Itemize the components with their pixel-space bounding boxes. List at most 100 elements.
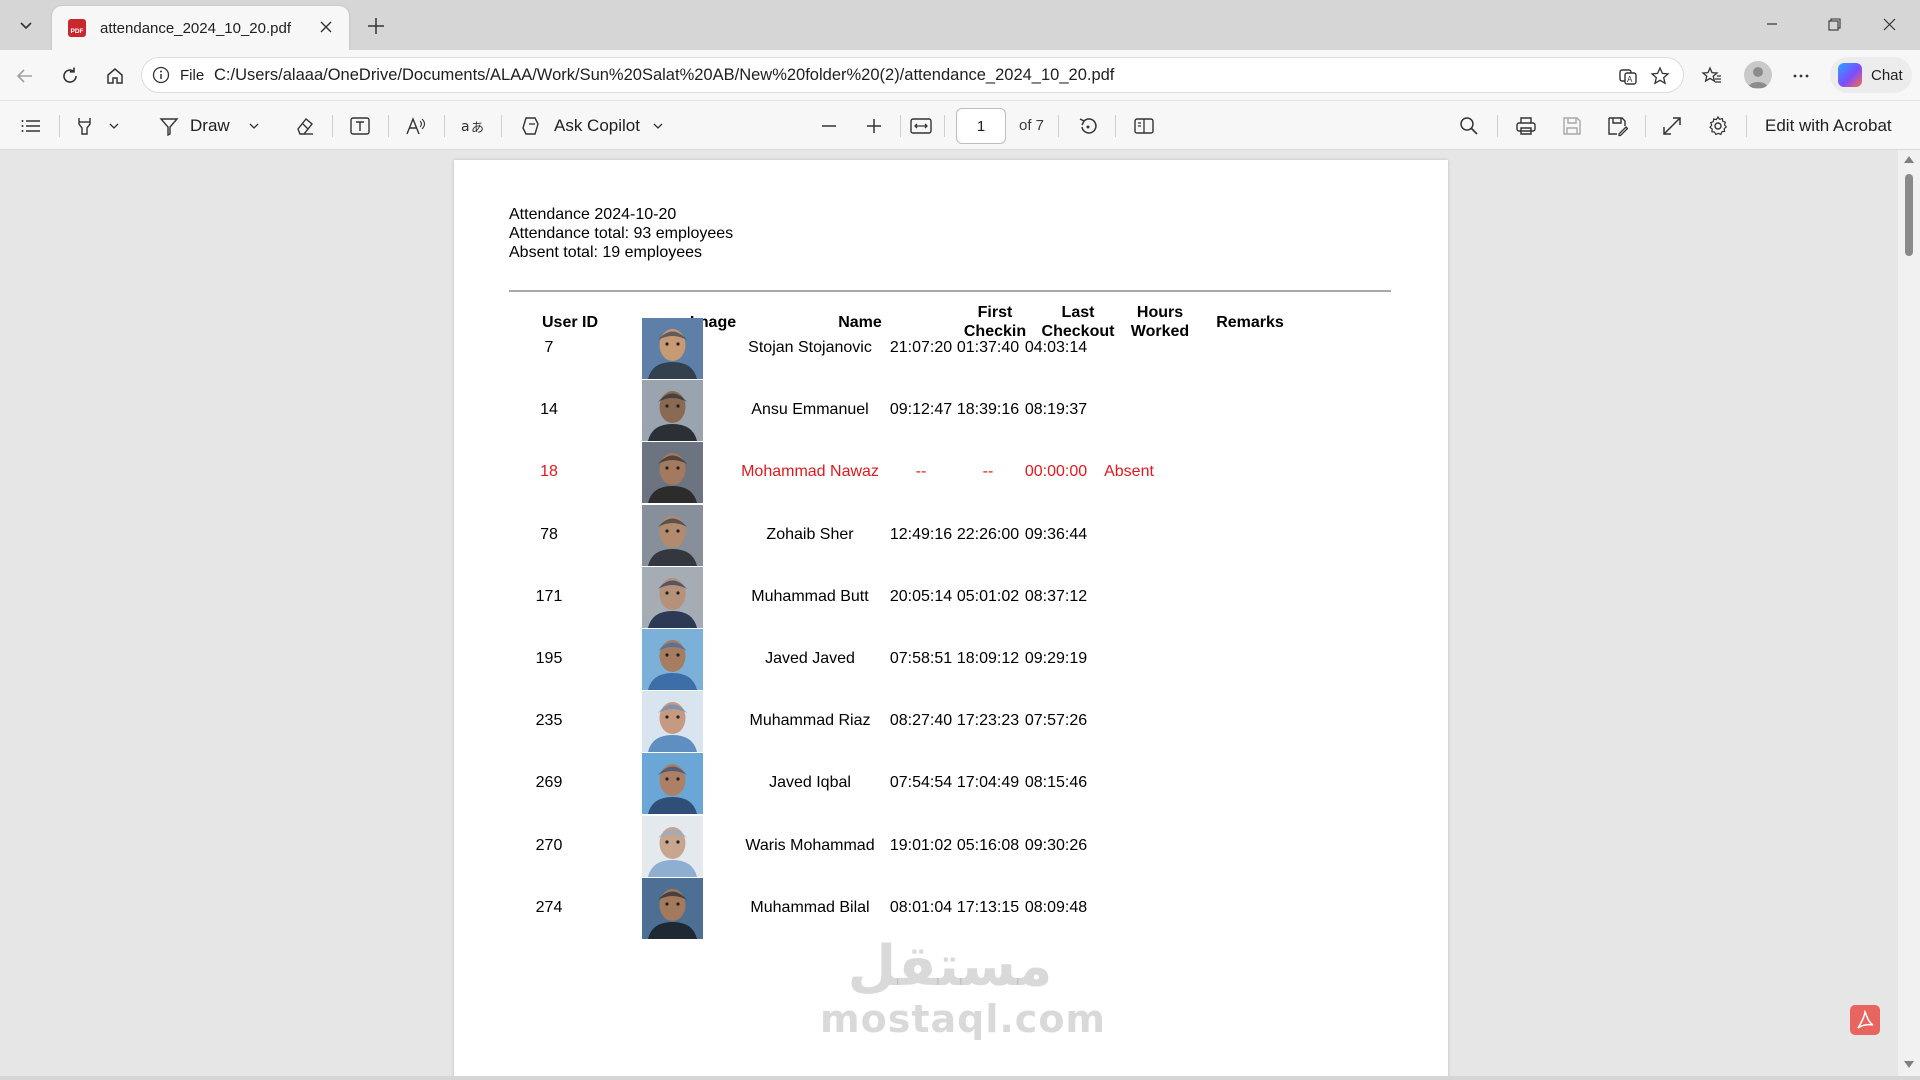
add-text-button[interactable] [349,112,371,140]
page-view-button[interactable] [1133,112,1155,140]
attendance-total: Attendance total: 93 employees [509,225,734,242]
restore-button[interactable] [1811,8,1857,40]
minimize-button[interactable] [1749,8,1795,40]
chevron-down-icon [653,123,663,129]
eraser-icon [297,118,313,135]
ask-copilot-button[interactable]: Ask Copilot [520,112,664,140]
save-as-button[interactable] [1606,112,1628,140]
pdf-viewport[interactable]: Attendance 2024-10-20 Attendance total: … [4,150,1900,1076]
save-button[interactable] [1561,112,1583,140]
table-row: 14 Ansu Emmanuel 09:12:47 18:39:16 08:19:37 [454,379,1448,442]
print-icon [1516,117,1536,135]
translate-button[interactable]: aあ [461,112,485,140]
page-number-input[interactable]: 1 [956,108,1006,144]
draw-button[interactable]: Draw [158,112,260,140]
cell-name: Javed Iqbal [769,774,851,792]
toolbar-separator [944,115,945,137]
svg-text:A: A [1627,75,1633,84]
cell-name: Javed Javed [765,650,855,667]
cell-name: Waris Mohammad [745,836,875,854]
scroll-up-arrow[interactable] [1904,156,1914,163]
find-button[interactable] [1458,112,1480,140]
face-photo-icon [642,442,703,504]
zoom-out-button[interactable] [819,112,839,140]
add-favorite-button[interactable] [1648,64,1672,88]
toolbar-separator [59,115,60,137]
page-total-label: of 7 [1019,117,1045,134]
read-aloud-button[interactable]: A [1616,64,1640,88]
vertical-scrollbar[interactable] [1898,150,1920,1076]
address-bar[interactable]: File C:/Users/alaaa/OneDrive/Documents/A… [141,57,1684,93]
save-icon [1563,117,1581,135]
ask-copilot-label: Ask Copilot [554,116,640,135]
highlight-icon [78,118,91,135]
contents-button[interactable] [20,112,42,140]
profile-avatar[interactable] [1744,61,1772,89]
navigation-bar: File C:/Users/alaaa/OneDrive/Documents/A… [0,50,1920,100]
cell-first-checkin: 12:49:16 [889,525,953,543]
favorite-star-icon [1650,66,1670,85]
highlight-button[interactable] [74,112,120,140]
cell-name: Mohammad Nawaz [741,463,879,481]
tab-actions-button[interactable] [6,9,46,41]
edit-with-acrobat-label: Edit with Acrobat [1765,116,1892,135]
more-icon [1793,74,1809,78]
toolbar-separator [1115,115,1116,137]
cell-first-checkin: 07:54:54 [889,774,953,792]
cell-hours-worked: 08:19:37 [1024,401,1088,419]
scroll-thumb[interactable] [1905,174,1913,256]
erase-button[interactable] [294,112,316,140]
back-button[interactable] [10,61,40,91]
cell-last-checkout: -- [982,463,994,481]
face-photo-icon [642,566,703,628]
pdf-page: Attendance 2024-10-20 Attendance total: … [454,160,1448,1076]
pdf-settings-button[interactable] [1707,112,1729,140]
home-button[interactable] [100,61,130,91]
chevron-down-icon [20,22,32,30]
zoom-in-button[interactable] [864,112,884,140]
window-bottom-edge [0,1076,1920,1080]
toolbar-separator [1497,115,1498,137]
table-row: 270 Waris Mohammad 19:01:02 05:16:08 09:30:2… [454,815,1448,877]
copilot-chat-button[interactable]: Chat [1830,57,1912,93]
cell-remarks: Absent [1104,463,1154,481]
cell-name: Muhammad Butt [751,587,869,605]
info-icon[interactable] [152,66,170,84]
cell-last-checkout: 01:37:40 [956,339,1020,356]
settings-more-button[interactable] [1786,61,1816,91]
tab-active[interactable]: PDF attendance_2024_10_20.pdf [52,6,349,50]
read-aloud-toolbar-button[interactable] [405,112,427,140]
fit-to-page-button[interactable] [909,112,933,140]
refresh-button[interactable] [55,61,85,91]
edit-with-acrobat-button[interactable]: Edit with Acrobat [1765,112,1892,140]
employee-photo [642,566,703,628]
acrobat-icon [1857,1010,1874,1029]
cell-hours-worked: 09:30:26 [1024,836,1088,854]
toolbar-separator [900,115,901,137]
url-text[interactable]: C:/Users/alaaa/OneDrive/Documents/ALAA/W… [214,66,1114,85]
print-button[interactable] [1515,112,1537,140]
cell-name: Muhammad Bilal [750,898,870,916]
cell-user-id: 14 [540,401,558,419]
acrobat-button[interactable] [1850,1005,1880,1035]
fit-page-icon [910,118,932,134]
face-photo-icon [642,504,703,566]
face-photo-icon [642,691,703,753]
toolbar-separator [1645,115,1646,137]
cell-user-id: 269 [535,774,563,792]
tab-title: attendance_2024_10_20.pdf [100,20,292,37]
fullscreen-button[interactable] [1661,112,1683,140]
home-icon [107,68,123,84]
cell-hours-worked: 09:29:19 [1024,650,1088,667]
employee-photo [642,629,703,690]
toolbar-separator [501,115,502,137]
rotate-button[interactable] [1077,112,1099,140]
favorites-button[interactable] [1697,61,1727,91]
toolbar-separator [1058,115,1059,137]
window-close-button[interactable] [1866,8,1912,40]
new-tab-button[interactable] [362,12,390,40]
table-row: 78 Zohaib Sher 12:49:16 22:26:00 09:36:44 [454,504,1448,566]
tab-close-button[interactable] [315,16,337,38]
text-box-icon [350,117,370,135]
scroll-down-arrow[interactable] [1904,1061,1914,1068]
